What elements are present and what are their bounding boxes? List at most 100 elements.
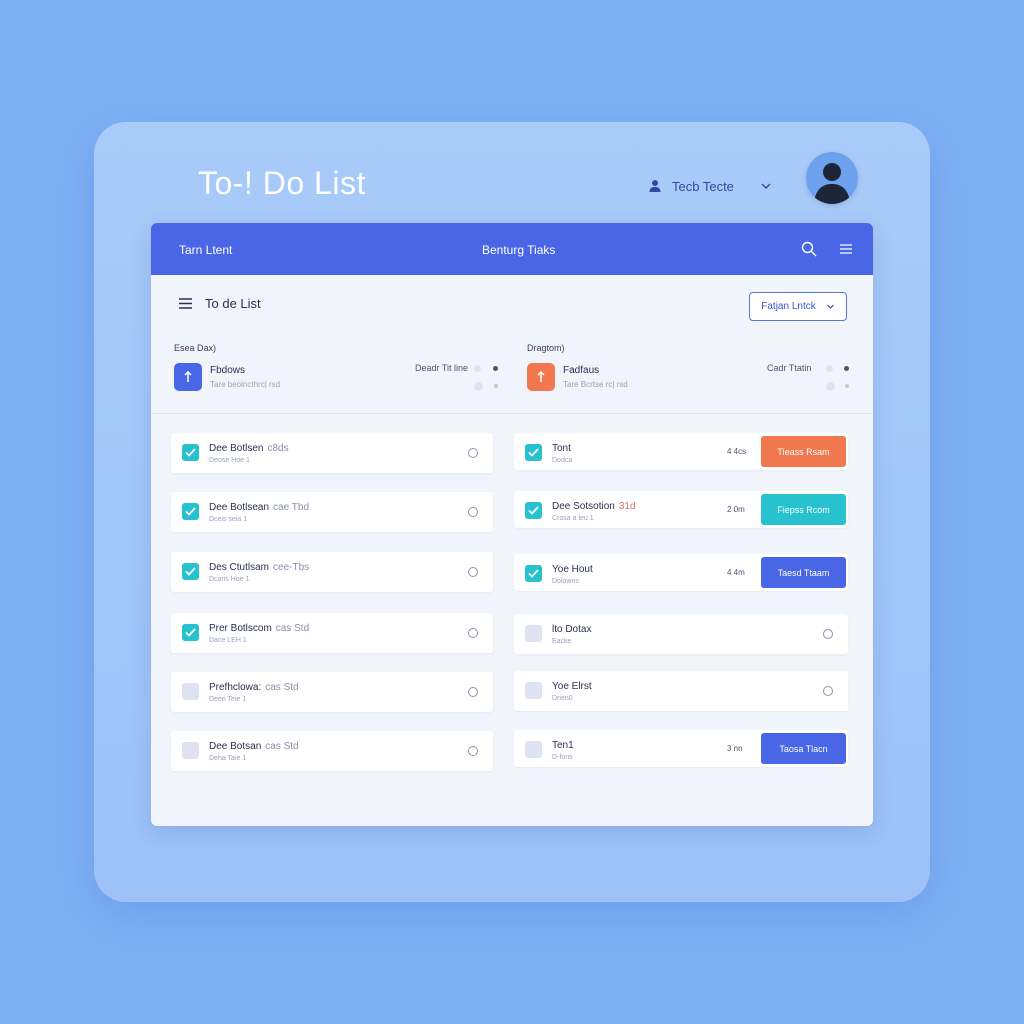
chevron-down-icon [761, 183, 771, 189]
task-title-text: Yoe Elrst [552, 681, 592, 692]
task-subtitle: Deen Teie 1 [209, 696, 247, 703]
status-dot [494, 384, 498, 388]
task-time: 3 nn [727, 744, 743, 753]
topbar-left-label: Tarn Ltent [179, 243, 233, 257]
checkbox-checked[interactable] [182, 503, 199, 520]
checkbox-checked[interactable] [182, 563, 199, 580]
radio-button[interactable] [823, 686, 833, 696]
category-label: Esea Dax) [174, 343, 217, 353]
arrow-up-icon [527, 363, 555, 391]
menu-icon[interactable] [839, 243, 853, 255]
task-title: Prer Botlscom cas Std [209, 623, 309, 634]
status-dot [826, 382, 835, 391]
task-title: Yoe Elrst [552, 681, 592, 692]
task-subtitle: Dcans Hoe 1 [209, 576, 250, 583]
status-dot [493, 366, 498, 371]
task-row[interactable]: Dee Botlsean cae Tbd Dceis seia 1 [171, 492, 493, 532]
task-title-text: Prer Botlscom [209, 623, 272, 634]
radio-button[interactable] [468, 628, 478, 638]
task-title: Yoe Hout [552, 564, 593, 575]
main-panel: Tarn Ltent Benturg Tiaks To de List Fatj… [151, 223, 873, 826]
status-dot [474, 382, 483, 391]
person-icon [649, 180, 661, 192]
user-name: Tecb Tecte [672, 178, 734, 194]
task-title: Des Ctutlsam cee-Tbs [209, 562, 309, 573]
task-title-text: Dee Sotsotion [552, 501, 615, 512]
list-title: To de List [205, 296, 261, 311]
task-time: 4 4cs [727, 447, 747, 456]
radio-button[interactable] [468, 687, 478, 697]
category-label: Dragtom) [527, 343, 565, 353]
task-tag: cas Std [265, 682, 299, 693]
avatar[interactable] [806, 152, 858, 204]
task-action-button[interactable]: Taosa Tlacn [761, 733, 846, 764]
task-row[interactable]: Tont Dodca 4 4cs Tieass Rsam [514, 433, 848, 470]
task-row[interactable]: Dee Sotsotion 31d Crosa a leu 1 2 0m Fiepss … [514, 491, 848, 528]
checkbox-checked[interactable] [525, 565, 542, 582]
task-row[interactable]: Yoe Hout Dolowns 4 4m Taesd Ttaam [514, 554, 848, 591]
category-card-2[interactable]: Dragtom) Fadfaus Tare Bcrtse rc| rsd Cad… [527, 341, 857, 401]
category-meta: Cadr Ttatin [767, 363, 812, 373]
task-time: 2 0m [727, 505, 745, 514]
chevron-down-icon [826, 304, 834, 309]
task-subtitle: Dolowns [552, 578, 579, 585]
task-action-button[interactable]: Taesd Ttaam [761, 557, 846, 588]
task-row[interactable]: Des Ctutlsam cee-Tbs Dcans Hoe 1 [171, 552, 493, 592]
task-subtitle: Dceis seia 1 [209, 516, 248, 523]
radio-button[interactable] [823, 629, 833, 639]
task-row[interactable]: Prefhclowa: cas Std Deen Teie 1 [171, 672, 493, 712]
checkbox[interactable] [182, 683, 199, 700]
task-tag: c8ds [267, 443, 289, 454]
task-title-text: Tont [552, 443, 571, 454]
category-subtitle: Tare Bcrtse rc| rsd [563, 380, 628, 389]
checkbox-checked[interactable] [525, 502, 542, 519]
checkbox[interactable] [525, 625, 542, 642]
checkbox-checked[interactable] [182, 624, 199, 641]
task-row[interactable]: Ten1 D-fons 3 nn Taosa Tlacn [514, 730, 848, 767]
task-row[interactable]: Dee Botlsen c8ds Deose Hoe 1 [171, 433, 493, 473]
task-row[interactable]: lto Dotax Eacke [514, 614, 848, 654]
radio-button[interactable] [468, 567, 478, 577]
task-subtitle: Eacke [552, 638, 572, 645]
section-divider [151, 413, 873, 414]
task-time: 4 4m [727, 568, 745, 577]
task-row[interactable]: Prer Botlscom cas Std Dace LEH 1 [171, 613, 493, 653]
task-row[interactable]: Yoe Elrst Drien0 [514, 671, 848, 711]
task-title-text: Dee Botsan [209, 741, 262, 752]
status-dot [474, 365, 481, 372]
task-title-text: Prefhclowa: [209, 682, 262, 693]
radio-button[interactable] [468, 746, 478, 756]
user-switcher[interactable]: Tecb Tecte [648, 176, 772, 196]
task-tag: cas Std [265, 741, 299, 752]
task-title-text: Dee Botlsen [209, 443, 264, 454]
task-tag: cee-Tbs [273, 562, 310, 573]
task-row[interactable]: Dee Botsan cas Std Deha Taie 1 [171, 731, 493, 771]
arrow-up-icon [174, 363, 202, 391]
filter-dropdown[interactable]: Fatjan Lntck [749, 292, 847, 321]
task-title: Dee Botsan cas Std [209, 741, 299, 752]
task-title: lto Dotax [552, 624, 591, 635]
task-action-button[interactable]: Fiepss Rcom [761, 494, 846, 525]
radio-button[interactable] [468, 507, 478, 517]
checkbox[interactable] [182, 742, 199, 759]
radio-button[interactable] [468, 448, 478, 458]
search-icon[interactable] [801, 241, 817, 257]
task-subtitle: Deose Hoe 1 [209, 457, 250, 464]
checkbox[interactable] [525, 741, 542, 758]
topbar-center-label: Benturg Tiaks [482, 243, 556, 257]
task-title-text: Yoe Hout [552, 564, 593, 575]
task-tag: cae Tbd [273, 502, 309, 513]
checkbox-checked[interactable] [525, 444, 542, 461]
task-action-button[interactable]: Tieass Rsam [761, 436, 846, 467]
category-card-1[interactable]: Esea Dax) Fbdows Tare beoincthrc| rsd De… [174, 341, 504, 401]
category-meta: Deadr Tit line [415, 363, 469, 373]
category-subtitle: Tare beoincthrc| rsd [210, 380, 281, 389]
checkbox[interactable] [525, 682, 542, 699]
checkbox-checked[interactable] [182, 444, 199, 461]
category-name: Fadfaus [563, 365, 600, 376]
hamburger-icon[interactable] [178, 297, 193, 310]
task-title: Tont [552, 443, 571, 454]
task-subtitle: Drien0 [552, 695, 573, 702]
task-tag: cas Std [275, 623, 310, 634]
category-name: Fbdows [210, 365, 246, 376]
